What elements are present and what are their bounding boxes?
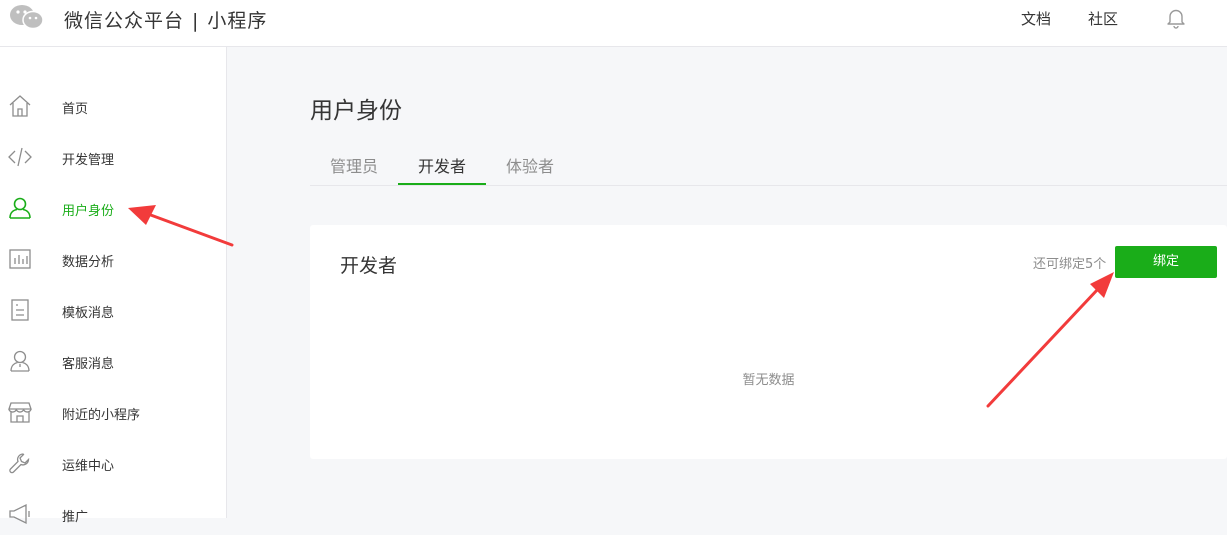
user-icon [9, 197, 31, 219]
page-title: 用户身份 [310, 98, 402, 124]
sidebar-item-operations-center[interactable]: 运维中心 [0, 444, 226, 484]
sidebar-item-label: 推广 [62, 510, 89, 525]
sidebar: 首页 开发管理 用户身份 数据分析 模板消息 客服消息 附近的小程序 运维中心 … [0, 47, 227, 525]
card-title: 开发者 [340, 255, 398, 277]
code-icon [8, 147, 32, 167]
sidebar-item-user-identity[interactable]: 用户身份 [0, 189, 226, 229]
sidebar-item-nearby-miniprograms[interactable]: 附近的小程序 [0, 393, 226, 433]
developers-card: 开发者 还可绑定5个 绑定 暂无数据 [310, 225, 1227, 459]
empty-state-text: 暂无数据 [742, 373, 795, 388]
sidebar-item-label: 用户身份 [62, 204, 115, 219]
brand-name: 微信公众平台 [64, 10, 185, 32]
wrench-icon [9, 453, 30, 474]
chart-icon [9, 249, 31, 269]
tab-developers[interactable]: 开发者 [418, 153, 466, 177]
wechat-logo-icon[interactable] [9, 4, 45, 30]
sidebar-item-home[interactable]: 首页 [0, 87, 226, 127]
brand-title[interactable]: 微信公众平台 | 小程序 [64, 6, 267, 33]
sidebar-item-label: 首页 [62, 102, 89, 117]
sidebar-item-label: 客服消息 [62, 357, 115, 372]
main-content: 用户身份 管理员 开发者 体验者 开发者 还可绑定5个 绑定 暂无数据 [228, 47, 1227, 518]
sidebar-item-label: 运维中心 [62, 459, 115, 474]
active-tab-indicator [398, 183, 486, 185]
home-icon [9, 95, 31, 117]
store-icon [8, 402, 32, 423]
docs-link[interactable]: 文档 [1021, 8, 1051, 29]
sidebar-item-label: 附近的小程序 [62, 408, 141, 423]
sidebar-item-customer-service[interactable]: 客服消息 [0, 342, 226, 382]
document-icon [11, 299, 29, 321]
sidebar-item-template-messages[interactable]: 模板消息 [0, 291, 226, 331]
product-name: 小程序 [207, 10, 268, 32]
tab-admins[interactable]: 管理员 [330, 153, 378, 177]
top-bar: 微信公众平台 | 小程序 文档 社区 [0, 0, 1227, 47]
sidebar-item-promotion[interactable]: 推广 [0, 495, 226, 535]
brand-separator: | [192, 10, 200, 32]
tab-bar: 管理员 开发者 体验者 [310, 145, 1227, 186]
community-link[interactable]: 社区 [1088, 8, 1118, 29]
remaining-quota-text: 还可绑定5个 [1033, 257, 1107, 272]
tab-testers[interactable]: 体验者 [506, 153, 554, 177]
sidebar-item-dev-management[interactable]: 开发管理 [0, 138, 226, 178]
support-icon [10, 350, 30, 372]
bell-icon[interactable] [1166, 7, 1186, 29]
sidebar-item-label: 开发管理 [62, 153, 115, 168]
sidebar-item-label: 模板消息 [62, 306, 115, 321]
sidebar-item-label: 数据分析 [62, 255, 115, 270]
megaphone-icon [9, 503, 30, 525]
sidebar-item-data-analysis[interactable]: 数据分析 [0, 240, 226, 280]
bind-button[interactable]: 绑定 [1115, 246, 1217, 278]
